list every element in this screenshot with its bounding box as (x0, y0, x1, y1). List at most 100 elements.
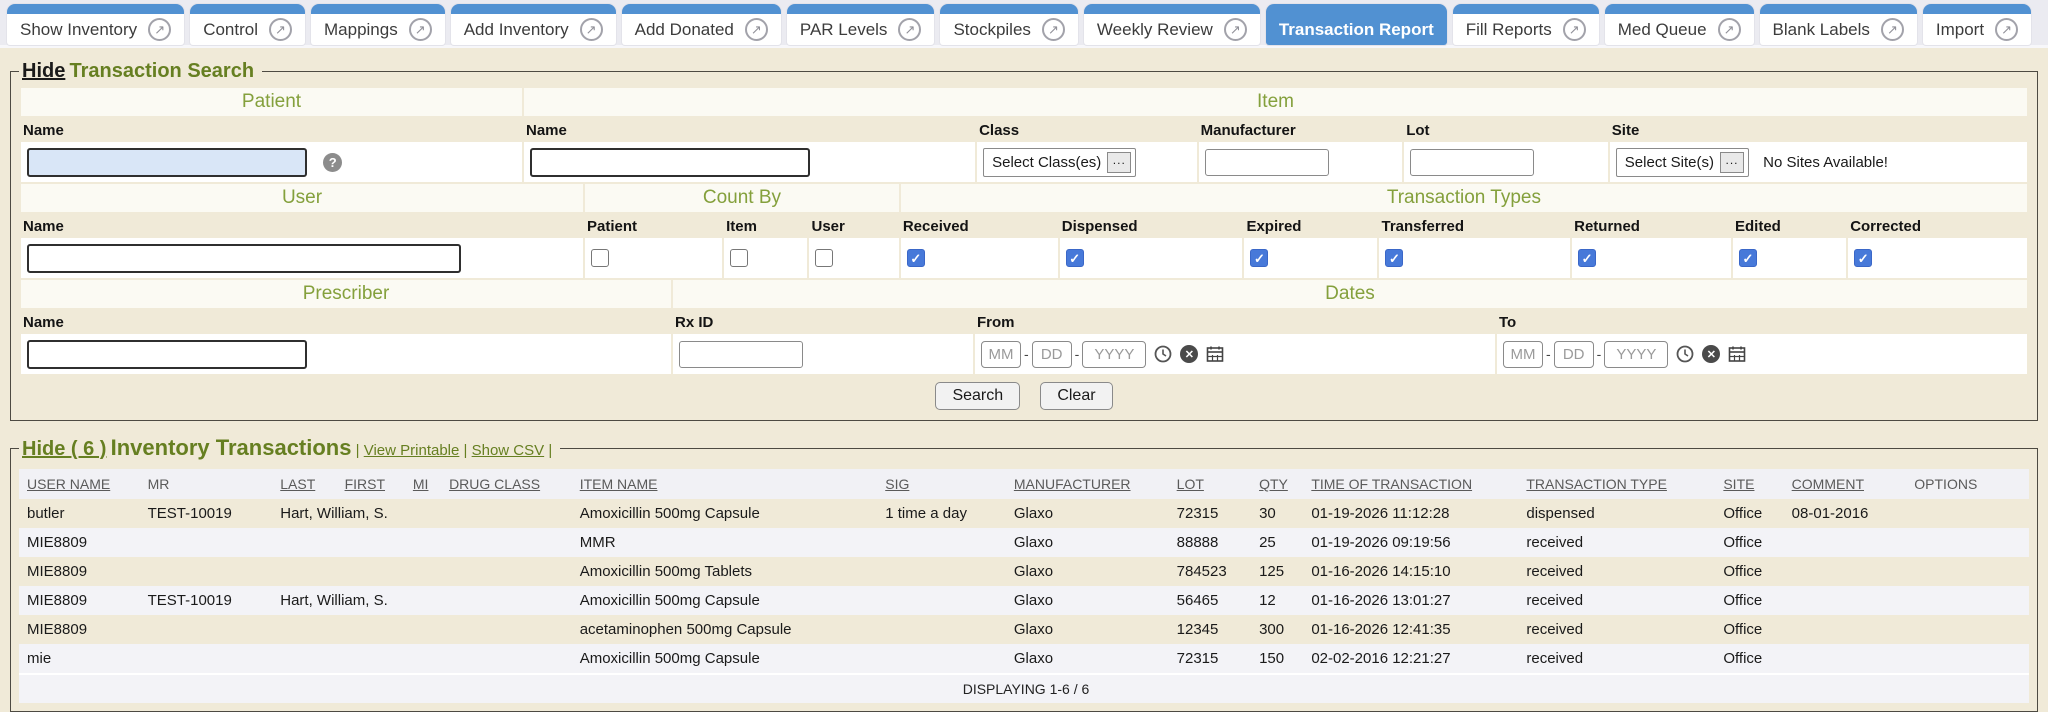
prescriber-name-input[interactable] (27, 340, 307, 369)
clear-date-icon[interactable]: ✕ (1180, 345, 1198, 363)
cell-options (1906, 586, 2029, 615)
ellipsis-icon[interactable]: ... (1720, 152, 1744, 173)
cell-user: butler (19, 499, 140, 528)
from-month-input[interactable] (981, 341, 1021, 368)
tab-weekly-review[interactable]: Weekly Review↗ (1084, 4, 1260, 45)
clear-button[interactable]: Clear (1040, 382, 1112, 410)
col-item-name[interactable]: ITEM NAME (572, 469, 878, 499)
tab-add-inventory[interactable]: Add Inventory↗ (451, 4, 616, 45)
col-time-of-transaction[interactable]: TIME OF TRANSACTION (1303, 469, 1518, 499)
tab-label: Stockpiles (953, 20, 1030, 40)
count-by-user-checkbox[interactable] (815, 249, 833, 267)
col-manufacturer[interactable]: MANUFACTURER (1006, 469, 1169, 499)
calendar-icon[interactable] (1728, 345, 1746, 363)
search-button[interactable]: Search (935, 382, 1020, 410)
type-returned-checkbox[interactable]: ✓ (1578, 249, 1596, 267)
tab-control[interactable]: Control↗ (190, 4, 305, 45)
cell-site: Office (1715, 615, 1783, 644)
tab-add-donated[interactable]: Add Donated↗ (622, 4, 781, 45)
rx-id-label: Rx ID (673, 309, 973, 333)
cell-manufacturer: Glaxo (1006, 586, 1169, 615)
rx-id-input[interactable] (679, 341, 803, 368)
transaction-search-title: Transaction Search (70, 60, 255, 82)
type-transferred-checkbox[interactable]: ✓ (1385, 249, 1403, 267)
col-lot[interactable]: LOT (1169, 469, 1251, 499)
external-link-icon[interactable]: ↗ (269, 18, 292, 41)
user-name-input[interactable] (27, 244, 461, 273)
tab-blank-labels[interactable]: Blank Labels↗ (1760, 4, 1917, 45)
patient-name-label: Name (21, 117, 522, 141)
external-link-icon[interactable]: ↗ (1995, 18, 2018, 41)
help-icon[interactable]: ? (323, 153, 342, 172)
tab-import[interactable]: Import↗ (1923, 4, 2031, 45)
type-corrected-checkbox[interactable]: ✓ (1854, 249, 1872, 267)
table-footer-row: DISPLAYING 1-6 / 6 (19, 674, 2029, 703)
tab-show-inventory[interactable]: Show Inventory↗ (7, 4, 184, 45)
external-link-icon[interactable]: ↗ (898, 18, 921, 41)
count-by-item-checkbox[interactable] (730, 249, 748, 267)
clock-icon[interactable] (1154, 345, 1172, 363)
select-sites-button[interactable]: Select Site(s) ... (1616, 148, 1749, 177)
type-received-label: Received (901, 213, 1058, 237)
tab-transaction-report[interactable]: Transaction Report (1266, 4, 1447, 45)
col-comment[interactable]: COMMENT (1784, 469, 1907, 499)
select-classes-button[interactable]: Select Class(es) ... (983, 148, 1136, 177)
calendar-icon[interactable] (1206, 345, 1224, 363)
external-link-icon[interactable]: ↗ (1563, 18, 1586, 41)
date-to-label: To (1497, 309, 2027, 333)
cell-type: received (1518, 528, 1715, 557)
to-year-input[interactable] (1604, 341, 1668, 368)
col-mi[interactable]: MI (405, 469, 441, 499)
count-by-patient-checkbox[interactable] (591, 249, 609, 267)
external-link-icon[interactable]: ↗ (1881, 18, 1904, 41)
col-qty[interactable]: QTY (1251, 469, 1303, 499)
date-from-label: From (975, 309, 1495, 333)
view-printable-link[interactable]: View Printable (364, 442, 460, 459)
cell-qty: 125 (1251, 557, 1303, 586)
col-sig[interactable]: SIG (877, 469, 1006, 499)
col-drug-class[interactable]: DRUG CLASS (441, 469, 572, 499)
external-link-icon[interactable]: ↗ (745, 18, 768, 41)
clock-icon[interactable] (1676, 345, 1694, 363)
item-name-input[interactable] (530, 148, 810, 177)
col-last[interactable]: LAST (272, 469, 336, 499)
external-link-icon[interactable]: ↗ (409, 18, 432, 41)
manufacturer-input[interactable] (1205, 149, 1329, 176)
type-edited-checkbox[interactable]: ✓ (1739, 249, 1757, 267)
cell-options (1906, 499, 2029, 528)
lot-input[interactable] (1410, 149, 1534, 176)
cell-options (1906, 615, 2029, 644)
cell-manufacturer: Glaxo (1006, 499, 1169, 528)
col-site[interactable]: SITE (1715, 469, 1783, 499)
external-link-icon[interactable]: ↗ (1718, 18, 1741, 41)
cell-mr (140, 615, 273, 644)
type-corrected-label: Corrected (1848, 213, 2027, 237)
external-link-icon[interactable]: ↗ (1042, 18, 1065, 41)
to-month-input[interactable] (1503, 341, 1543, 368)
patient-name-input[interactable] (27, 148, 307, 177)
type-expired-checkbox[interactable]: ✓ (1250, 249, 1268, 267)
show-csv-link[interactable]: Show CSV (472, 442, 545, 459)
clear-date-icon[interactable]: ✕ (1702, 345, 1720, 363)
tab-med-queue[interactable]: Med Queue↗ (1605, 4, 1754, 45)
tab-fill-reports[interactable]: Fill Reports↗ (1453, 4, 1599, 45)
col-user-name[interactable]: USER NAME (19, 469, 140, 499)
from-day-input[interactable] (1032, 341, 1072, 368)
external-link-icon[interactable]: ↗ (1224, 18, 1247, 41)
hide-transactions-link[interactable]: Hide ( 6 ) (22, 438, 106, 460)
tab-par-levels[interactable]: PAR Levels↗ (787, 4, 935, 45)
from-year-input[interactable] (1082, 341, 1146, 368)
type-received-checkbox[interactable]: ✓ (907, 249, 925, 267)
type-dispensed-checkbox[interactable]: ✓ (1066, 249, 1084, 267)
col-first[interactable]: FIRST (337, 469, 405, 499)
to-day-input[interactable] (1554, 341, 1594, 368)
tab-mappings[interactable]: Mappings↗ (311, 4, 445, 45)
col-transaction-type[interactable]: TRANSACTION TYPE (1518, 469, 1715, 499)
date-dash: - (1075, 346, 1080, 362)
hide-search-link[interactable]: Hide (22, 60, 65, 82)
dates-section-header: Dates (673, 280, 2027, 308)
external-link-icon[interactable]: ↗ (580, 18, 603, 41)
external-link-icon[interactable]: ↗ (148, 18, 171, 41)
ellipsis-icon[interactable]: ... (1107, 152, 1131, 173)
tab-stockpiles[interactable]: Stockpiles ↗ (940, 4, 1077, 45)
